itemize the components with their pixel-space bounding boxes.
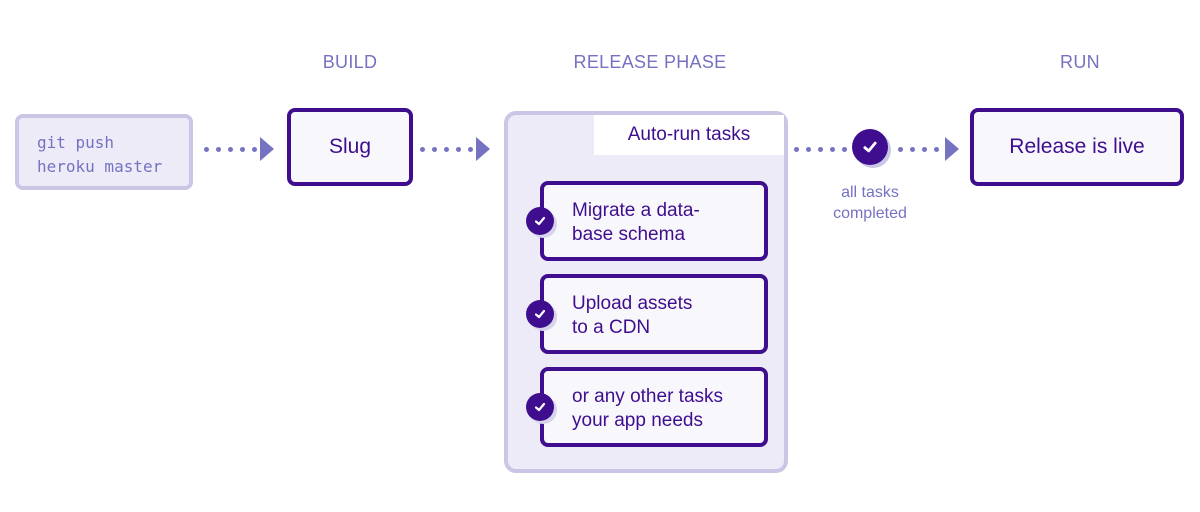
connector-dots-4: [898, 147, 939, 152]
task-line-1: Migrate a data-: [572, 200, 700, 221]
task-other: or any other tasks your app needs: [526, 367, 768, 447]
task-migrate-schema: Migrate a data- base schema: [526, 181, 768, 261]
release-live-label: Release is live: [1009, 135, 1145, 158]
slug-label: Slug: [328, 135, 372, 158]
task-line-1: or any other tasks: [572, 386, 724, 407]
completed-line-1: all tasks: [841, 184, 899, 201]
arrow-right-icon: [945, 137, 959, 161]
completed-line-2: completed: [833, 205, 907, 222]
arrow-right-icon: [476, 137, 490, 161]
task-line-2: base schema: [572, 224, 686, 245]
task-upload-assets: Upload assets to a CDN: [526, 274, 768, 354]
check-circle-icon: [852, 129, 888, 165]
arrow-right-icon: [260, 137, 274, 161]
git-command-line-1: git push: [37, 133, 115, 152]
task-line-2: to a CDN: [572, 317, 651, 338]
connector-dots-2: [420, 147, 473, 152]
task-line-2: your app needs: [572, 410, 703, 431]
connector-dots-1: [204, 147, 257, 152]
phase-label-release: RELEASE PHASE: [573, 52, 727, 72]
git-push-box: git push heroku master: [15, 114, 193, 190]
phase-label-build: BUILD: [322, 52, 378, 72]
check-circle-icon: [526, 393, 554, 421]
git-command-line-2: heroku master: [37, 157, 163, 176]
check-circle-icon: [526, 207, 554, 235]
release-phase-panel: Auto-run tasks Migrate a data- base sche…: [504, 111, 788, 473]
auto-run-tasks-title: Auto-run tasks: [594, 115, 784, 155]
connector-dots-3: [794, 147, 847, 152]
check-circle-icon: [526, 300, 554, 328]
release-live-node: Release is live: [970, 108, 1184, 186]
slug-node: Slug: [287, 108, 413, 186]
all-tasks-completed-label: all tasks completed: [810, 182, 930, 224]
phase-label-run: RUN: [1060, 52, 1100, 72]
task-line-1: Upload assets: [572, 293, 693, 314]
